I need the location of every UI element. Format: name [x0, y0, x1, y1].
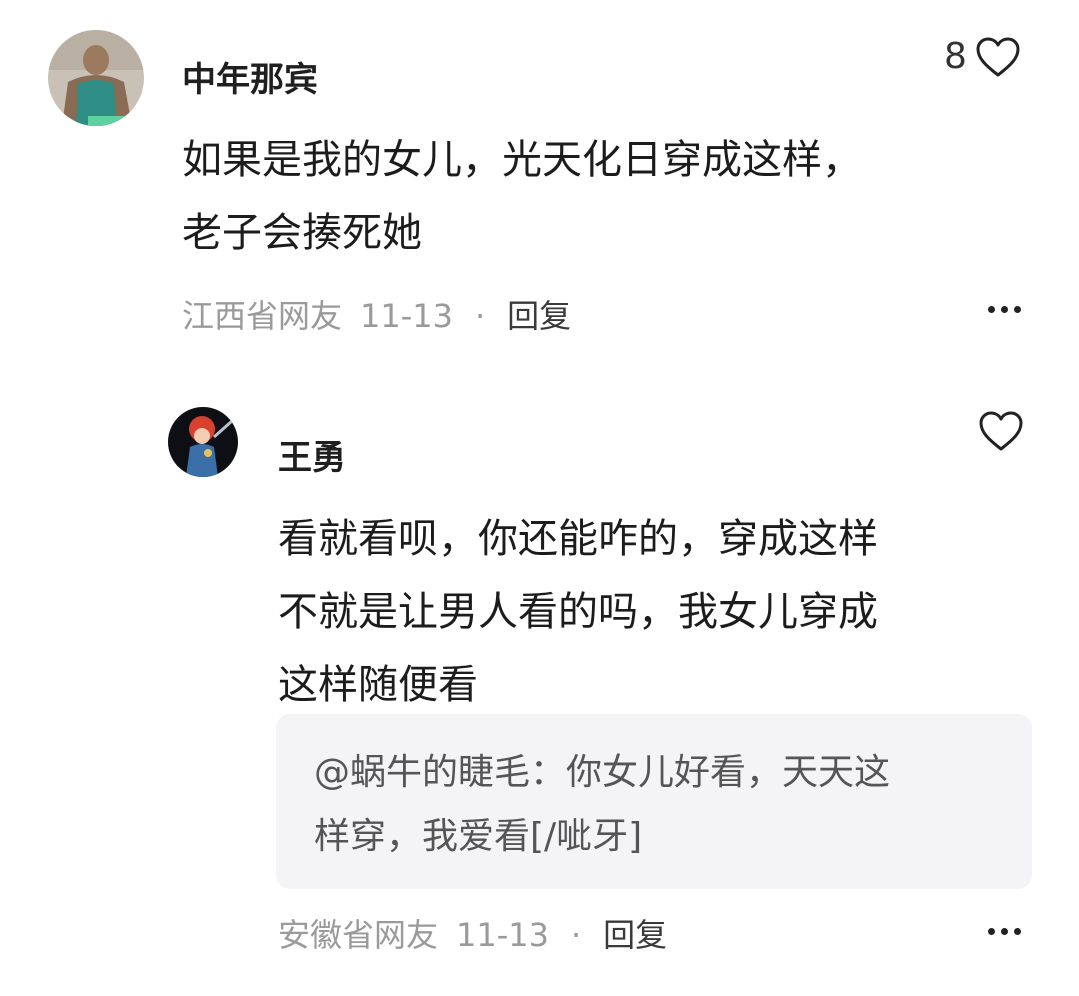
heart-icon [976, 37, 1020, 77]
username[interactable]: 王勇 [278, 438, 346, 478]
quoted-comment-line: 样穿，我爱看[/呲牙] [314, 816, 643, 857]
avatar[interactable] [48, 30, 144, 126]
separator-dot: · [571, 916, 582, 954]
reply-text-line: 这样随便看 [278, 662, 478, 708]
comment-text-line: 老子会揍死她 [182, 210, 422, 256]
username[interactable]: 中年那宾 [182, 60, 318, 100]
reply-button[interactable]: 回复 [603, 915, 667, 955]
more-icon[interactable] [988, 928, 1021, 935]
reply-meta: 安徽省网友 11-13 · 回复 [278, 915, 667, 955]
date-label: 11-13 [456, 916, 549, 954]
date-label: 11-13 [360, 297, 453, 335]
avatar[interactable] [168, 407, 238, 477]
reply-text-line: 看就看呗，你还能咋的，穿成这样 [278, 516, 878, 562]
like-button[interactable] [978, 410, 1024, 452]
reply-button[interactable]: 回复 [507, 296, 571, 336]
location-label: 安徽省网友 [278, 916, 439, 954]
more-icon[interactable] [988, 306, 1021, 313]
quoted-comment-line: @蜗牛的睫毛：你女儿好看，天天这 [314, 752, 891, 793]
reply-text-line: 不就是让男人看的吗，我女儿穿成 [278, 589, 878, 635]
like-button[interactable]: 8 [944, 36, 1021, 78]
location-label: 江西省网友 [182, 297, 343, 335]
comment-text-line: 如果是我的女儿，光天化日穿成这样， [182, 137, 862, 183]
like-count: 8 [944, 36, 967, 77]
separator-dot: · [475, 297, 486, 335]
heart-icon [979, 411, 1023, 451]
comment-meta: 江西省网友 11-13 · 回复 [182, 296, 571, 336]
